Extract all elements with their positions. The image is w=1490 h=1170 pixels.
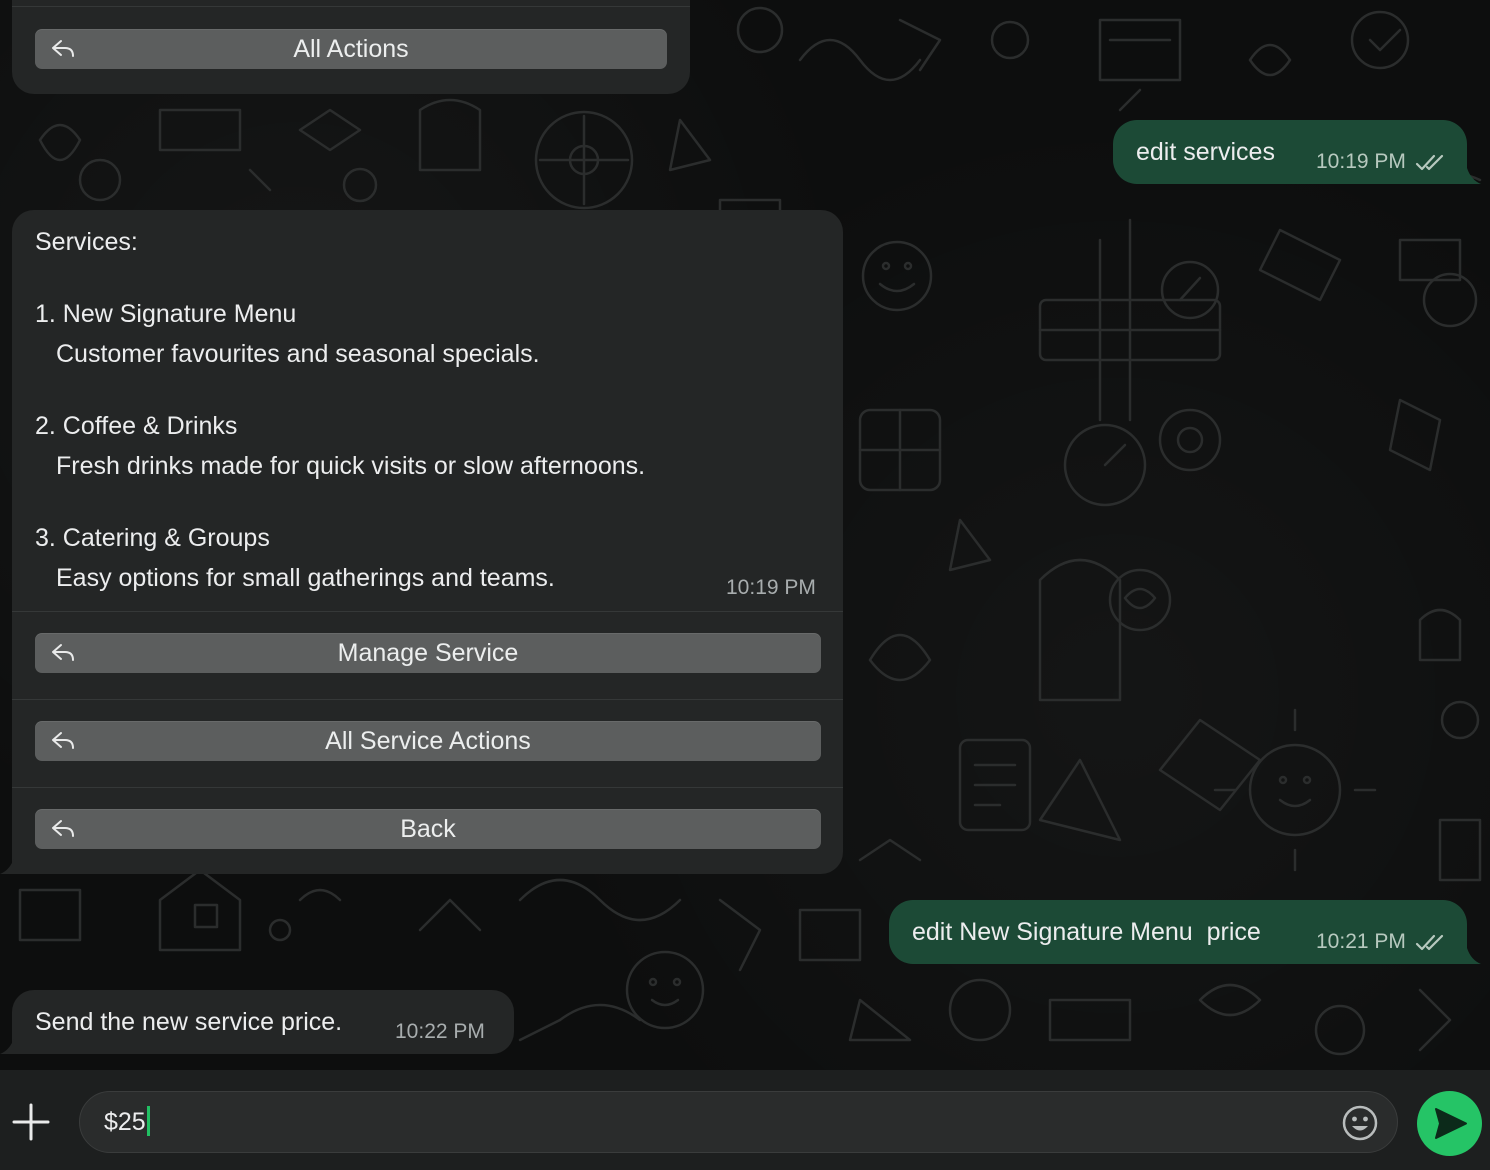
incoming-message: Send the new service price. 10:22 PM (12, 990, 514, 1054)
outgoing-message: edit New Signature Menu price 10:21 PM (889, 900, 1467, 964)
message-input-value: $25 (104, 1106, 150, 1138)
message-input[interactable]: $25 (79, 1091, 1398, 1153)
reply-icon (52, 644, 74, 661)
message-text: Send the new service price. (35, 1008, 343, 1036)
message-input-text: $25 (104, 1108, 146, 1136)
message-time: 10:21 PM (1316, 930, 1406, 953)
back-label: Back (400, 814, 456, 843)
bubble-divider (12, 787, 843, 788)
service-item-name: 1. New Signature Menu (35, 300, 297, 328)
chat-background: All Actions edit services 10:19 PM Servi… (0, 0, 1490, 1070)
all-service-actions-button[interactable]: All Service Actions (35, 721, 821, 761)
message-text: edit New Signature Menu price (912, 918, 1261, 946)
back-button[interactable]: Back (35, 809, 821, 849)
bubble-divider (12, 6, 690, 7)
bubble-tail (1467, 168, 1481, 184)
message-text: edit services (1136, 138, 1275, 166)
service-item-name: 3. Catering & Groups (35, 524, 270, 552)
services-message: Services: 1. New Signature Menu Customer… (12, 210, 843, 874)
reply-icon (52, 820, 74, 837)
reply-icon (52, 732, 74, 749)
outgoing-message: edit services 10:19 PM (1113, 120, 1467, 184)
bubble-tail (1467, 948, 1481, 964)
manage-service-button[interactable]: Manage Service (35, 633, 821, 673)
double-check-icon (1415, 934, 1444, 951)
bubble-tail (0, 858, 14, 874)
bubble-divider (12, 699, 843, 700)
manage-service-label: Manage Service (337, 638, 519, 667)
service-item-desc: Customer favourites and seasonal special… (56, 340, 540, 368)
message-time: 10:19 PM (726, 576, 816, 599)
double-check-icon (1415, 154, 1444, 171)
send-button[interactable] (1417, 1091, 1482, 1156)
service-item-desc: Fresh drinks made for quick visits or sl… (56, 452, 646, 480)
all-actions-button[interactable]: All Actions (35, 29, 667, 69)
all-actions-label: All Actions (293, 34, 409, 63)
incoming-message-actions: All Actions (12, 0, 690, 94)
text-caret (146, 1106, 150, 1136)
bubble-divider (12, 611, 843, 612)
bubble-tail (0, 1038, 14, 1054)
service-item-desc: Easy options for small gatherings and te… (56, 564, 555, 592)
services-title: Services: (35, 228, 138, 256)
message-time: 10:19 PM (1316, 150, 1406, 173)
reply-icon (52, 40, 74, 57)
send-icon (1435, 1108, 1467, 1139)
smiley-icon[interactable] (1341, 1104, 1379, 1142)
message-time: 10:22 PM (395, 1020, 485, 1043)
service-item-name: 2. Coffee & Drinks (35, 412, 238, 440)
plus-icon[interactable] (12, 1103, 50, 1141)
all-service-actions-label: All Service Actions (325, 726, 531, 755)
